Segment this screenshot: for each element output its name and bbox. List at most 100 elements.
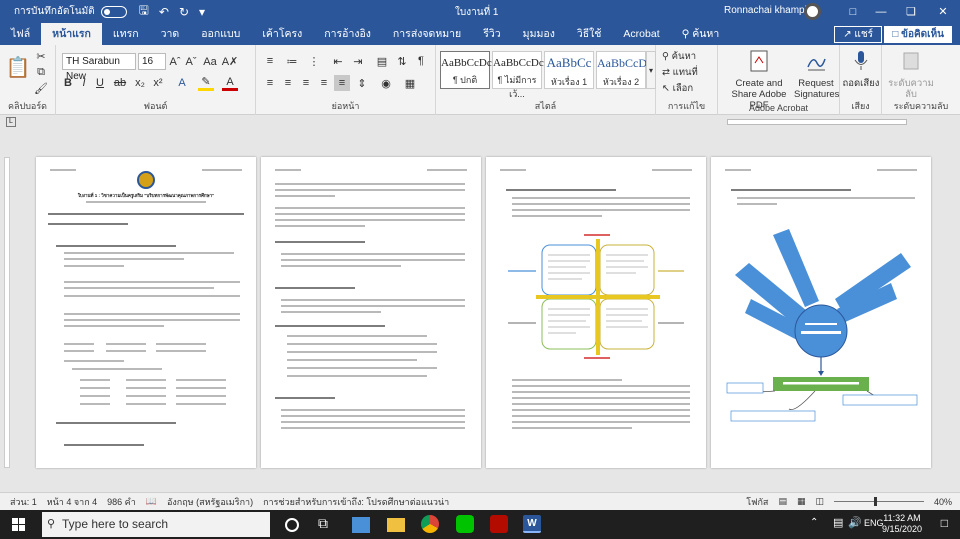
share-button[interactable]: ↗ แชร์ bbox=[834, 26, 882, 43]
section-indicator[interactable]: ส่วน: 1 bbox=[10, 495, 37, 509]
text-effects-icon[interactable]: A bbox=[174, 75, 190, 91]
show-hidden-icons[interactable]: ⌃ bbox=[810, 517, 818, 528]
avatar[interactable] bbox=[804, 3, 821, 20]
zoom-slider[interactable] bbox=[833, 497, 924, 506]
increase-indent-icon[interactable]: ⇥ bbox=[350, 53, 366, 69]
find-button[interactable]: ⚲ ค้นหา bbox=[662, 49, 696, 63]
replace-button[interactable]: ⇄ แทนที่ bbox=[662, 65, 698, 79]
thai-distribute-icon[interactable]: ▤ bbox=[374, 53, 390, 69]
clear-format-icon[interactable]: A✗ bbox=[222, 53, 239, 70]
tab-review[interactable]: รีวิว bbox=[472, 23, 511, 45]
request-signatures-button[interactable]: Request Signatures bbox=[794, 49, 839, 100]
page-2[interactable] bbox=[261, 157, 481, 468]
save-icon[interactable]: 🖫 bbox=[139, 1, 149, 22]
redo-icon[interactable]: ↻ bbox=[179, 5, 189, 19]
windows-start-icon[interactable] bbox=[12, 518, 26, 532]
align-right-icon[interactable]: ≡ bbox=[298, 75, 314, 91]
bold-button[interactable]: B bbox=[62, 75, 74, 91]
minimize-icon[interactable]: — bbox=[864, 0, 898, 23]
style-no-spacing[interactable]: AaBbCcDc ¶ ไม่มีการเว้... bbox=[492, 51, 544, 99]
proofing-icon[interactable]: 📖 bbox=[146, 496, 157, 507]
sort-icon[interactable]: ⇅ bbox=[394, 53, 410, 69]
task-view-icon[interactable]: ⧉ bbox=[318, 515, 338, 535]
paste-icon[interactable]: 📋 bbox=[6, 51, 31, 83]
comments-button[interactable]: □ ข้อคิดเห็น bbox=[884, 26, 952, 43]
language-indicator[interactable]: อังกฤษ (สหรัฐอเมริกา) bbox=[167, 495, 253, 509]
chrome-icon[interactable] bbox=[421, 515, 439, 533]
tab-references[interactable]: การอ้างอิง bbox=[313, 23, 382, 45]
format-painter-icon[interactable]: 🖌 bbox=[34, 81, 48, 95]
sensitivity-button[interactable]: ระดับความลับ bbox=[888, 49, 934, 100]
focus-button[interactable]: โฟกัส bbox=[746, 495, 768, 509]
document-workspace[interactable]: ใบงานที่ 1 : วิชาความเป็นครูเสริม "บริบท… bbox=[0, 129, 960, 492]
page-1[interactable]: ใบงานที่ 1 : วิชาความเป็นครูเสริม "บริบท… bbox=[36, 157, 256, 468]
justify-icon[interactable]: ≡ bbox=[316, 75, 332, 91]
align-left-icon[interactable]: ≡ bbox=[262, 75, 278, 91]
font-name-select[interactable]: TH Sarabun New bbox=[62, 53, 136, 82]
page-3[interactable] bbox=[486, 157, 706, 468]
shrink-font-icon[interactable]: Aˇ bbox=[184, 53, 198, 70]
tab-view[interactable]: มุมมอง bbox=[512, 23, 566, 45]
align-center-icon[interactable]: ≡ bbox=[280, 75, 296, 91]
line-app-icon[interactable] bbox=[456, 515, 474, 533]
user-name[interactable]: Ronnachai khampin bbox=[724, 5, 812, 16]
style-heading-2[interactable]: AaBbCcD หัวเรื่อง 2 bbox=[596, 51, 647, 89]
tab-layout[interactable]: เค้าโครง bbox=[251, 23, 313, 45]
volume-icon[interactable]: 🔊 bbox=[848, 516, 862, 529]
thai-justify-icon[interactable]: ≡ bbox=[334, 75, 350, 91]
autosave-control[interactable]: การบันทึกอัตโนมัติ bbox=[14, 4, 127, 19]
tab-insert[interactable]: แทรก bbox=[102, 23, 150, 45]
decrease-indent-icon[interactable]: ⇤ bbox=[330, 53, 346, 69]
customize-qat-icon[interactable]: ▾ bbox=[199, 5, 205, 19]
tab-help[interactable]: วิธีใช้ bbox=[566, 23, 613, 45]
strikethrough-button[interactable]: ab bbox=[112, 75, 128, 91]
borders-icon[interactable]: ▦ bbox=[402, 75, 418, 91]
calculator-icon[interactable] bbox=[352, 517, 370, 533]
show-marks-icon[interactable]: ¶ bbox=[414, 53, 428, 69]
tab-search[interactable]: ⚲ ค้นหา bbox=[671, 23, 731, 45]
taskbar-search-box[interactable]: ⚲ Type here to search bbox=[42, 512, 270, 537]
maximize-icon[interactable]: ❏ bbox=[894, 0, 928, 23]
tab-selector-icon[interactable]: L bbox=[6, 117, 16, 127]
notification-icon[interactable]: □ bbox=[941, 516, 948, 530]
grow-font-icon[interactable]: Aˆ bbox=[168, 53, 182, 70]
highlight-icon[interactable]: ✎ bbox=[198, 75, 214, 91]
close-icon[interactable]: ✕ bbox=[926, 0, 960, 23]
numbering-icon[interactable]: ≔ bbox=[284, 53, 300, 69]
read-mode-icon[interactable]: ▤ bbox=[778, 496, 787, 507]
tab-home[interactable]: หน้าแรก bbox=[41, 23, 102, 45]
multilevel-list-icon[interactable]: ⋮ bbox=[306, 53, 322, 69]
subscript-button[interactable]: x₂ bbox=[132, 75, 148, 91]
page-indicator[interactable]: หน้า 4 จาก 4 bbox=[47, 495, 97, 509]
style-normal[interactable]: AaBbCcDc ¶ ปกติ bbox=[440, 51, 492, 89]
tab-draw[interactable]: วาด bbox=[150, 23, 191, 45]
styles-more-icon[interactable]: ▾ bbox=[646, 51, 656, 89]
select-button[interactable]: ↖ เลือก bbox=[662, 81, 693, 95]
create-pdf-button[interactable]: Create and Share Adobe PDF bbox=[724, 49, 794, 111]
style-heading-1[interactable]: AaBbCc หัวเรื่อง 1 bbox=[544, 51, 594, 89]
bullets-icon[interactable]: ≡ bbox=[262, 53, 278, 69]
zoom-level[interactable]: 40% bbox=[934, 497, 952, 507]
copy-icon[interactable]: ⧉ bbox=[34, 65, 48, 79]
accessibility-indicator[interactable]: การช่วยสำหรับการเข้าถึง: โปรดศึกษาต่อแนว… bbox=[263, 495, 449, 509]
page-4[interactable] bbox=[711, 157, 931, 468]
autosave-toggle[interactable] bbox=[100, 5, 127, 18]
web-layout-icon[interactable]: ◫ bbox=[815, 496, 824, 507]
cortana-icon[interactable] bbox=[285, 518, 299, 532]
word-count[interactable]: 986 คำ bbox=[107, 495, 136, 509]
font-size-select[interactable]: 16 bbox=[138, 53, 166, 70]
network-icon[interactable]: ▤ bbox=[833, 516, 843, 529]
ruler-bar[interactable] bbox=[727, 119, 907, 125]
print-layout-icon[interactable]: ▦ bbox=[797, 496, 806, 507]
tab-acrobat[interactable]: Acrobat bbox=[612, 23, 670, 45]
shading-icon[interactable]: ◉ bbox=[378, 75, 394, 91]
italic-button[interactable]: I bbox=[78, 75, 90, 91]
tab-design[interactable]: ออกแบบ bbox=[190, 23, 251, 45]
font-color-icon[interactable]: A bbox=[222, 75, 238, 91]
acrobat-icon[interactable] bbox=[490, 515, 508, 533]
tab-file[interactable]: ไฟล์ bbox=[0, 23, 41, 45]
taskbar-clock[interactable]: 11:32 AM 9/15/2020 bbox=[882, 513, 922, 535]
superscript-button[interactable]: x² bbox=[150, 75, 166, 91]
cut-icon[interactable]: ✂ bbox=[34, 49, 48, 63]
language-indicator[interactable]: ENG bbox=[864, 518, 884, 528]
